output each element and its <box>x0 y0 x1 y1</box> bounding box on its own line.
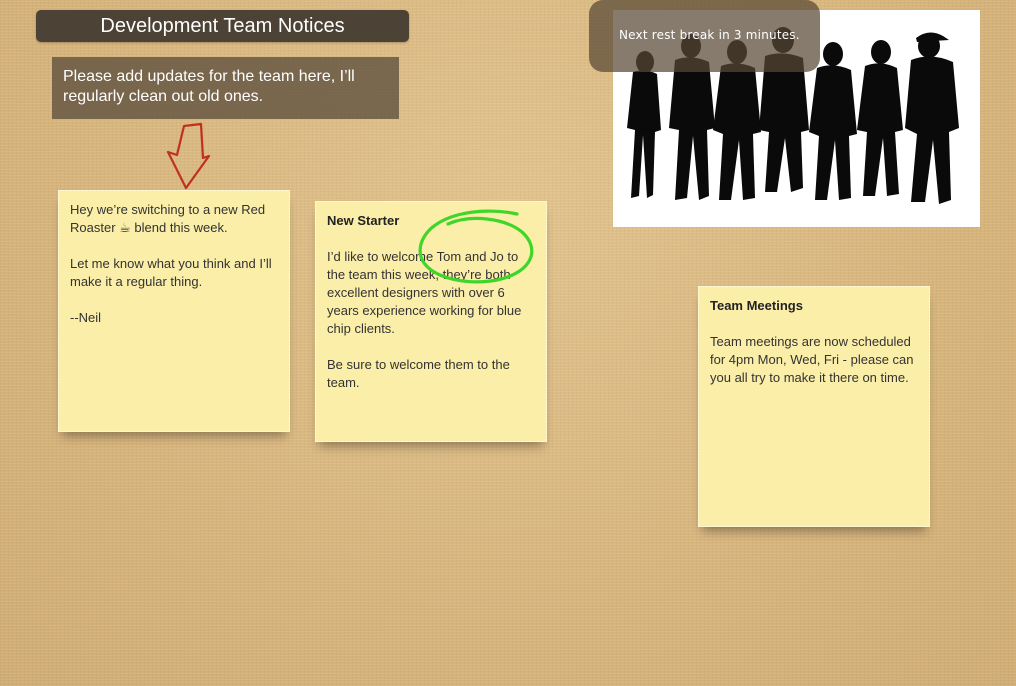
note-text: Let me know what you think and I’ll make… <box>70 256 272 289</box>
sticky-note-new-starter[interactable]: New Starter I’d like to welcome Tom and … <box>315 201 547 442</box>
intro-notice: Please add updates for the team here, I’… <box>52 57 399 119</box>
notification-text: Next rest break in 3 minutes. <box>619 28 800 42</box>
note-text: I’d like to welcome Tom and Jo to the te… <box>327 249 522 336</box>
sticky-note-team-meetings[interactable]: Team Meetings Team meetings are now sche… <box>698 286 930 527</box>
note-text: Be sure to welcome them to the team. <box>327 357 510 390</box>
note-heading: Team Meetings <box>710 298 803 313</box>
sticky-note-coffee[interactable]: Hey we’re switching to a new Red Roaster… <box>58 190 290 432</box>
rest-break-notification[interactable]: Next rest break in 3 minutes. <box>589 0 820 72</box>
note-heading: New Starter <box>327 213 400 228</box>
page-title: Development Team Notices <box>36 10 409 42</box>
note-text: Hey we’re switching to a new Red Roaster… <box>70 202 266 235</box>
note-text: Team meetings are now scheduled for 4pm … <box>710 334 914 385</box>
down-arrow-annotation <box>166 122 211 190</box>
note-signature: --Neil <box>70 310 102 325</box>
